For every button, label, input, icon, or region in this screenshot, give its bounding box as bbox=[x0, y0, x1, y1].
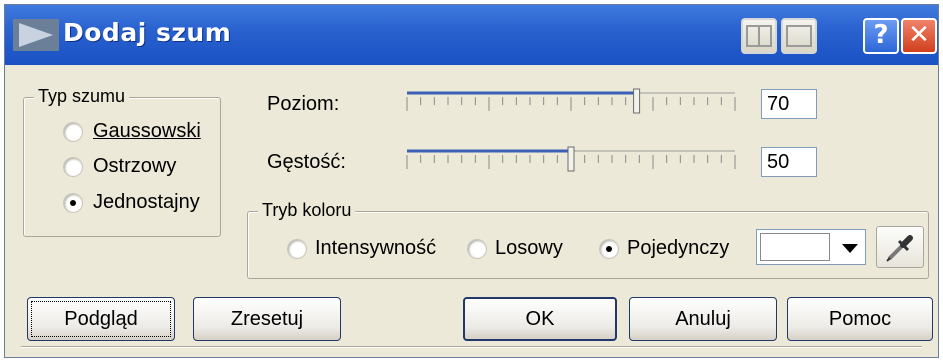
close-button[interactable]: ✕ bbox=[901, 18, 937, 54]
reset-button[interactable]: Zresetuj bbox=[193, 297, 341, 341]
level-value-field[interactable]: 70 bbox=[761, 89, 817, 119]
density-slider[interactable] bbox=[401, 145, 741, 173]
slider-thumb bbox=[633, 88, 641, 114]
color-swatch bbox=[760, 233, 830, 261]
radio-label: Intensywność bbox=[315, 237, 437, 259]
color-mode-title: Tryb koloru bbox=[258, 200, 356, 221]
bottom-separator bbox=[21, 346, 922, 348]
cancel-button[interactable]: Anuluj bbox=[629, 297, 777, 341]
slider-thumb bbox=[567, 146, 575, 172]
radio-intensity[interactable]: Intensywność bbox=[287, 237, 436, 260]
density-label: Gęstość: bbox=[267, 151, 346, 173]
eyedropper-icon bbox=[886, 235, 913, 262]
radio-button[interactable] bbox=[63, 121, 83, 142]
ok-button[interactable]: OK bbox=[463, 297, 617, 341]
chevron-down-icon[interactable] bbox=[837, 237, 863, 259]
slider-track[interactable] bbox=[401, 145, 741, 173]
slider-track[interactable] bbox=[401, 87, 741, 115]
title-bar[interactable]: Dodaj szum ? ✕ bbox=[5, 5, 938, 65]
radio-button[interactable] bbox=[63, 156, 83, 177]
single-view-icon bbox=[786, 25, 812, 47]
radio-uniform[interactable]: Jednostajny bbox=[63, 191, 200, 214]
radio-spiky[interactable]: Ostrzowy bbox=[63, 155, 176, 178]
radio-gaussian[interactable]: Gaussowski bbox=[63, 120, 201, 143]
radio-button-selected[interactable] bbox=[63, 192, 83, 213]
radio-label: Jednostajny bbox=[93, 191, 200, 213]
density-value-field[interactable]: 50 bbox=[761, 147, 817, 177]
noise-type-title: Typ szumu bbox=[34, 86, 130, 107]
radio-label: Ostrzowy bbox=[93, 155, 177, 177]
window-title: Dodaj szum bbox=[63, 18, 232, 47]
split-view-icon bbox=[746, 25, 772, 47]
radio-label: Pojedynczy bbox=[627, 237, 730, 259]
add-noise-dialog: Dodaj szum ? ✕ Typ szumu Gaussowski Ostr… bbox=[4, 4, 939, 358]
color-dropdown[interactable] bbox=[756, 229, 866, 265]
radio-button[interactable] bbox=[287, 238, 307, 259]
help-button[interactable]: Pomoc bbox=[787, 297, 933, 341]
level-label: Poziom: bbox=[267, 93, 340, 115]
single-view-button[interactable] bbox=[781, 18, 817, 54]
radio-label: Losowy bbox=[495, 237, 563, 259]
radio-button[interactable] bbox=[467, 238, 487, 259]
radio-random[interactable]: Losowy bbox=[467, 237, 563, 260]
radio-single[interactable]: Pojedynczy bbox=[599, 237, 729, 260]
eyedropper-button[interactable] bbox=[876, 226, 924, 268]
help-title-button[interactable]: ? bbox=[863, 18, 899, 54]
radio-button-selected[interactable] bbox=[599, 238, 619, 259]
split-view-button[interactable] bbox=[741, 18, 777, 54]
play-arrow-icon bbox=[13, 19, 59, 51]
level-slider[interactable] bbox=[401, 87, 741, 115]
radio-label: Gaussowski bbox=[93, 120, 201, 142]
preview-button[interactable]: Podgląd bbox=[27, 297, 175, 341]
